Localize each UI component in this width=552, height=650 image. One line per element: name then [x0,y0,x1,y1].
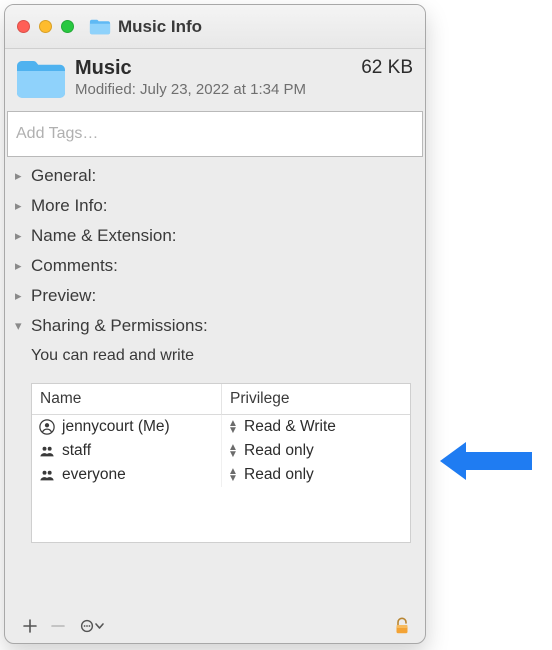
section-label: Preview: [31,286,96,306]
get-info-window: Music Info Music Modified: July 23, 2022… [4,4,426,644]
stepper-icon[interactable]: ▲▼ [228,444,238,458]
tags-input[interactable] [7,111,423,157]
add-button[interactable] [17,615,43,637]
privilege-select[interactable]: Read only [244,442,314,460]
user-name: jennycourt (Me) [62,418,170,436]
section-general[interactable]: ▸ General: [5,161,425,191]
privilege-select[interactable]: Read only [244,466,314,484]
chevron-down-icon: ▾ [15,318,27,334]
user-name: staff [62,442,91,460]
zoom-button[interactable] [61,20,74,33]
folder-icon [88,16,112,38]
permission-summary-text: You can read and write [31,347,194,364]
action-menu-button[interactable] [73,615,113,637]
group-icon [38,466,56,484]
privilege-value: Read only [244,466,314,484]
close-button[interactable] [17,20,30,33]
size-label: 62 KB [361,57,413,79]
user-name: everyone [62,466,126,484]
section-name-extension[interactable]: ▸ Name & Extension: [5,221,425,251]
chevron-right-icon: ▸ [15,168,27,184]
item-name: Music [75,57,353,79]
section-label: Name & Extension: [31,226,177,246]
group-icon [38,442,56,460]
permissions-table: Name Privilege jennycourt (Me) ▲▼ Read &… [31,383,411,543]
section-label: Sharing & Permissions: [31,316,208,336]
minimize-button[interactable] [39,20,52,33]
section-comments[interactable]: ▸ Comments: [5,251,425,281]
tags-field-wrap [7,111,423,157]
column-header-name[interactable]: Name [32,384,222,415]
window-controls [17,20,74,33]
folder-icon-large [15,57,67,103]
chevron-right-icon: ▸ [15,228,27,244]
stepper-icon[interactable]: ▲▼ [228,420,238,434]
info-header: Music Modified: July 23, 2022 at 1:34 PM… [5,49,425,111]
section-more-info[interactable]: ▸ More Info: [5,191,425,221]
permission-summary: You can read and write [5,343,425,373]
callout-arrow-icon [436,438,540,484]
modified-label: Modified: July 23, 2022 at 1:34 PM [75,81,353,98]
section-sharing-permissions[interactable]: ▾ Sharing & Permissions: [5,311,425,341]
chevron-right-icon: ▸ [15,198,27,214]
chevron-right-icon: ▸ [15,288,27,304]
section-label: Comments: [31,256,118,276]
chevron-right-icon: ▸ [15,258,27,274]
privilege-value: Read & Write [244,418,336,436]
privilege-value: Read only [244,442,314,460]
lock-icon[interactable] [391,615,413,637]
titlebar: Music Info [5,5,425,49]
section-preview[interactable]: ▸ Preview: [5,281,425,311]
privilege-select[interactable]: Read & Write [244,418,336,436]
footer-toolbar [5,607,425,643]
sections: ▸ General: ▸ More Info: ▸ Name & Extensi… [5,157,425,343]
stepper-icon[interactable]: ▲▼ [228,468,238,482]
remove-button[interactable] [45,615,71,637]
column-header-privilege[interactable]: Privilege [222,384,410,415]
person-icon [38,418,56,436]
section-label: General: [31,166,96,186]
window-title: Music Info [118,17,202,37]
section-label: More Info: [31,196,108,216]
